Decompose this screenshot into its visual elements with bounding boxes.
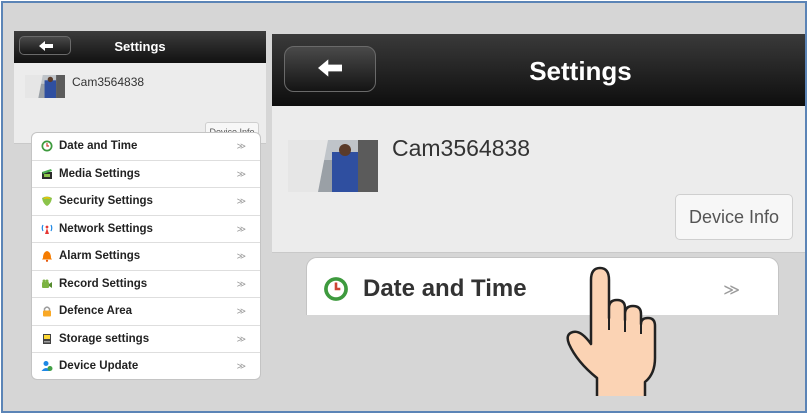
camera-thumbnail — [25, 75, 65, 98]
menu-item-label: Device Update — [59, 360, 139, 372]
menu-item-record-settings[interactable]: Record Settings ≫ — [32, 271, 260, 298]
menu-item-device-update[interactable]: Device Update ≫ — [32, 353, 260, 379]
media-icon — [42, 168, 52, 179]
device-info-button[interactable]: Device Info — [675, 194, 793, 240]
phone-screen-small: Settings Cam3564838 Device Info Date and… — [14, 31, 266, 381]
back-button[interactable] — [19, 36, 71, 55]
chevron-right-icon: ≫ — [236, 333, 246, 344]
menu-item-security-settings[interactable]: Security Settings ≫ — [32, 188, 260, 216]
back-arrow-icon — [39, 41, 53, 51]
header-bar: Settings — [272, 34, 805, 106]
pointing-hand-icon — [566, 266, 657, 396]
menu-item-network-settings[interactable]: Network Settings ≫ — [32, 216, 260, 243]
menu-item-label: Record Settings — [59, 277, 148, 290]
menu-item-label: Date and Time — [363, 275, 527, 302]
camera-thumbnail — [288, 140, 378, 192]
chevron-right-icon: ≫ — [236, 196, 246, 206]
chevron-right-icon: ≫ — [723, 282, 740, 299]
menu-item-label: Alarm Settings — [59, 250, 141, 262]
user-update-icon — [41, 361, 53, 371]
chevron-right-icon: ≫ — [236, 306, 246, 316]
page-title: Settings — [529, 56, 632, 86]
menu-item-alarm-settings[interactable]: Alarm Settings ≫ — [32, 243, 260, 271]
menu-item-storage-settings[interactable]: Storage settings ≫ — [32, 326, 260, 353]
page-title: Settings — [114, 39, 166, 54]
chevron-right-icon: ≫ — [236, 251, 246, 261]
chevron-right-icon: ≫ — [236, 168, 246, 179]
camcorder-icon — [42, 279, 52, 288]
camera-name: Cam3564838 — [72, 75, 145, 89]
menu-item-label: Date and Time — [59, 140, 138, 152]
chevron-right-icon: ≫ — [236, 361, 246, 371]
camera-card: Cam3564838 Device Info — [272, 106, 805, 253]
camera-name: Cam3564838 — [392, 135, 531, 161]
menu-item-defence-area[interactable]: Defence Area ≫ — [32, 298, 260, 326]
menu-item-label: Network Settings — [59, 222, 153, 235]
chevron-right-icon: ≫ — [236, 141, 246, 151]
antenna-icon — [41, 224, 53, 234]
storage-icon — [43, 333, 51, 344]
menu-item-label: Security Settings — [59, 195, 153, 207]
menu-item-date-time[interactable]: Date and Time ≫ — [307, 258, 778, 315]
menu-item-label: Storage settings — [59, 332, 150, 345]
menu-item-label: Defence Area — [59, 305, 133, 317]
chevron-right-icon: ≫ — [236, 223, 246, 234]
back-button[interactable] — [284, 46, 376, 92]
header-bar: Settings — [14, 31, 266, 63]
menu-item-media-settings[interactable]: Media Settings ≫ — [32, 161, 260, 188]
settings-menu: Date and Time ≫ — [306, 257, 779, 315]
phone-screen-zoomed: Settings Cam3564838 Device Info Date and… — [272, 34, 805, 315]
menu-item-date-time[interactable]: Date and Time ≫ — [32, 133, 260, 161]
clock-icon — [41, 140, 53, 152]
menu-item-label: Media Settings — [59, 167, 141, 180]
back-arrow-icon — [318, 59, 342, 77]
lock-icon — [43, 306, 51, 317]
chevron-right-icon: ≫ — [236, 278, 246, 289]
screenshot-frame: Settings Cam3564838 Device Info Date and… — [1, 1, 807, 413]
bell-icon — [42, 251, 52, 262]
settings-menu: Date and Time ≫ Media Settings ≫ Securit… — [31, 132, 261, 380]
clock-icon — [324, 277, 348, 301]
shield-icon — [42, 196, 52, 206]
